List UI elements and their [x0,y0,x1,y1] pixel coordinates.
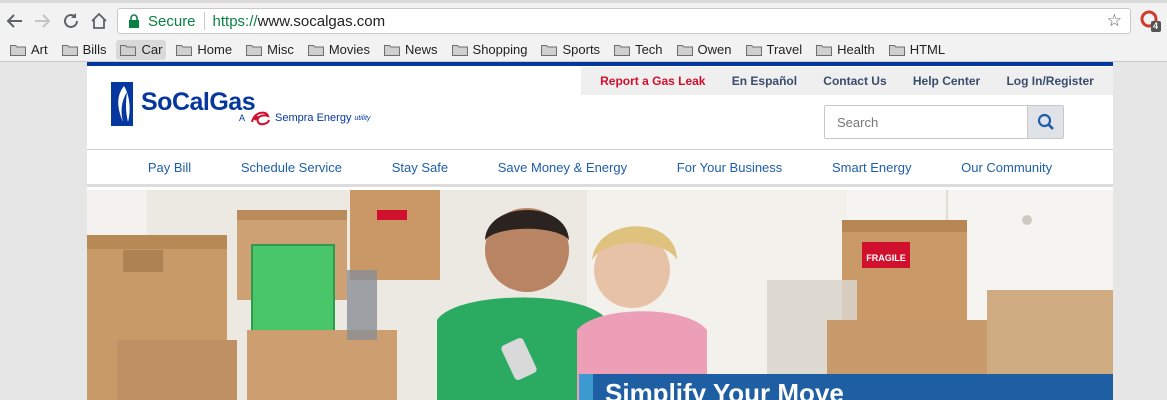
nav-save-money-energy[interactable]: Save Money & Energy [498,160,627,175]
main-navigation: Pay Bill Schedule Service Stay Safe Save… [87,149,1113,187]
home-icon [91,12,107,29]
bookmark-folder-news[interactable]: News [380,40,442,60]
nav-smart-energy[interactable]: Smart Energy [832,160,911,175]
bookmark-label: Owen [697,42,732,57]
url-scheme: https:// [212,12,258,30]
folder-icon [614,44,631,56]
lock-icon [126,14,142,28]
folder-icon [676,44,693,56]
nav-our-community[interactable]: Our Community [961,160,1052,175]
bookmark-label: News [405,42,438,57]
site-search [824,105,1064,139]
folder-icon [451,44,468,56]
socalgas-logo[interactable]: SoCalGas A Sempra Energy utility [111,80,391,128]
tagline-article: A [239,113,246,123]
promo-banner[interactable]: Simplify Your Move [579,374,1113,400]
page-top-accent [87,62,1113,66]
bookmark-label: Bills [82,42,107,57]
bookmark-folder-health[interactable]: Health [812,40,879,60]
back-button[interactable] [4,10,26,32]
reload-icon [64,13,78,28]
hero-banner[interactable]: FRAGILE Simplify Your Move [87,190,1113,400]
folder-icon [176,44,193,56]
help-center-link[interactable]: Help Center [913,74,980,88]
hero-moving-photo: FRAGILE [87,190,1113,400]
browser-toolbar: Secure https:// www.socalgas.com ☆ 4 [0,0,1167,40]
folder-icon [745,44,762,56]
bookmark-label: Misc [267,42,294,57]
bookmark-star-icon[interactable]: ☆ [1107,11,1122,31]
bookmark-folder-home[interactable]: Home [172,40,236,60]
omnibox-separator [203,12,205,30]
bookmark-label: Travel [766,42,803,57]
home-button[interactable] [88,10,110,32]
forward-arrow-icon [35,14,51,28]
tabstrip-edge [0,0,1167,3]
nav-schedule-service[interactable]: Schedule Service [241,160,342,175]
folder-icon [61,44,78,56]
promo-title: Simplify Your Move [605,378,844,400]
reload-button[interactable] [60,10,82,32]
nav-for-your-business[interactable]: For Your Business [677,160,783,175]
bookmark-label: Art [31,42,48,57]
address-bar[interactable]: Secure https:// www.socalgas.com ☆ [117,8,1131,34]
extension-badge: 4 [1153,21,1159,31]
search-icon [1037,113,1054,130]
bookmark-label: Movies [328,42,371,57]
folder-icon [816,44,833,56]
bookmark-folder-html[interactable]: HTML [885,40,949,60]
back-arrow-icon [6,14,22,28]
folder-icon [246,44,263,56]
folder-icon [10,44,26,56]
extension-button[interactable]: 4 [1140,9,1162,33]
web-page: Report a Gas Leak En Español Contact Us … [87,62,1113,400]
bookmark-label: Shopping [472,42,528,57]
folder-icon [888,44,905,56]
bookmark-folder-sports[interactable]: Sports [537,40,604,60]
bookmark-label: Tech [635,42,663,57]
secure-label: Secure [148,12,196,30]
bookmark-label: Health [837,42,875,57]
contact-us-link[interactable]: Contact Us [823,74,886,88]
bookmark-folder-misc[interactable]: Misc [242,40,298,60]
sempra-swirl-icon [251,111,270,126]
folder-icon [307,44,324,56]
bookmark-label: HTML [909,42,946,57]
flame-logo-icon [111,82,133,126]
forward-button[interactable] [31,10,53,32]
fragile-label: FRAGILE [866,253,906,263]
bookmark-folder-travel[interactable]: Travel [742,40,807,60]
sempra-utility: utility [354,114,371,122]
nav-pay-bill[interactable]: Pay Bill [148,160,191,175]
logo-wordmark: SoCalGas [141,88,256,116]
search-button[interactable] [1027,106,1063,138]
bookmark-folder-tech[interactable]: Tech [610,40,666,60]
bookmark-folder-car[interactable]: Car [116,39,167,60]
bookmark-label: Car [141,42,163,57]
sempra-name: Sempra Energy [275,112,352,124]
folder-icon [384,44,401,56]
login-register-link[interactable]: Log In/Register [1006,74,1093,88]
en-espanol-link[interactable]: En Español [732,74,797,88]
nav-stay-safe[interactable]: Stay Safe [392,160,448,175]
extension-icon [1140,10,1161,32]
folder-icon [120,44,137,56]
bookmark-folder-owen[interactable]: Owen [673,40,736,60]
url-host: www.socalgas.com [257,12,386,30]
bookmark-label: Sports [562,42,601,57]
bookmark-folder-art[interactable]: Art [6,40,52,60]
report-gas-leak-link[interactable]: Report a Gas Leak [600,74,705,88]
folder-icon [541,44,558,56]
bookmark-folder-shopping[interactable]: Shopping [448,40,532,60]
bookmark-label: Home [197,42,233,57]
bookmark-folder-bills[interactable]: Bills [58,40,111,60]
utility-nav: Report a Gas Leak En Español Contact Us … [581,67,1113,95]
bookmarks-bar: Art Bills Car Home Misc Movies News Shop… [0,38,1167,62]
search-input[interactable] [825,106,1027,138]
bookmark-folder-movies[interactable]: Movies [304,40,374,60]
sempra-tagline: A Sempra Energy utility [239,108,370,128]
